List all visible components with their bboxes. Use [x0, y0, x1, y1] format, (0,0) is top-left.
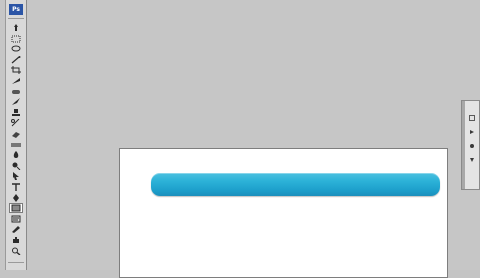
eraser-tool-icon[interactable]: [10, 130, 22, 138]
pen-tool-icon[interactable]: [10, 194, 22, 202]
healing-brush-tool-icon[interactable]: [10, 88, 22, 96]
dodge-tool-icon[interactable]: [10, 162, 22, 170]
shape-tool-icon[interactable]: [9, 203, 23, 213]
move-tool-icon[interactable]: [10, 24, 22, 32]
floating-panel[interactable]: [461, 100, 480, 190]
path-selection-tool-icon[interactable]: [10, 172, 22, 180]
crop-tool-icon[interactable]: [10, 66, 22, 74]
clone-stamp-tool-icon[interactable]: [10, 109, 22, 117]
rounded-rectangle-shape[interactable]: [151, 173, 440, 196]
magic-wand-tool-icon[interactable]: [10, 56, 22, 64]
eyedropper-tool-icon[interactable]: [10, 225, 22, 233]
panel-arrow-icon[interactable]: [469, 129, 475, 135]
toolbox-divider: [8, 262, 24, 263]
notes-tool-icon[interactable]: [10, 215, 22, 223]
panel-bullet-icon[interactable]: [469, 143, 475, 149]
app-logo[interactable]: Ps: [9, 4, 23, 15]
panel-drag-handle[interactable]: [462, 101, 465, 189]
history-brush-tool-icon[interactable]: [10, 119, 22, 127]
brush-tool-icon[interactable]: [10, 98, 22, 106]
panel-tab-icon[interactable]: [469, 115, 475, 121]
tools-palette: Ps: [5, 0, 27, 270]
lasso-tool-icon[interactable]: [10, 45, 22, 53]
zoom-tool-icon[interactable]: [10, 247, 22, 255]
panel-options-icon[interactable]: [469, 157, 475, 163]
slice-tool-icon[interactable]: [10, 77, 22, 85]
type-tool-icon[interactable]: [10, 183, 22, 191]
toolbox-divider: [8, 18, 24, 19]
blur-tool-icon[interactable]: [10, 151, 22, 159]
marquee-tool-icon[interactable]: [10, 35, 22, 43]
document-canvas[interactable]: [119, 148, 448, 278]
gradient-tool-icon[interactable]: [10, 141, 22, 149]
hand-tool-icon[interactable]: [10, 236, 22, 244]
